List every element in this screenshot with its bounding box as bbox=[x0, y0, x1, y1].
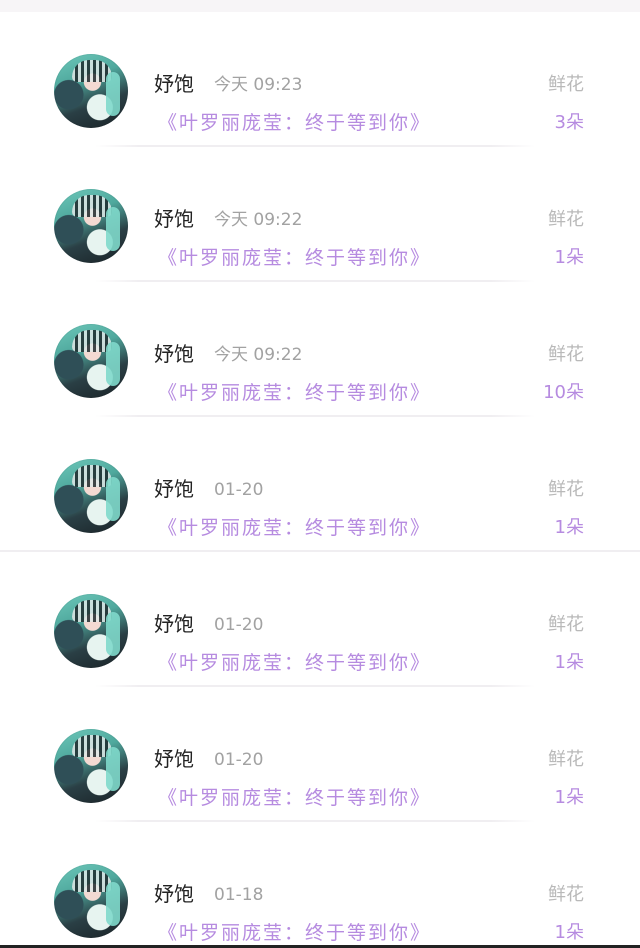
gift-type-label: 鲜花 bbox=[548, 614, 584, 635]
gift-count: 1朵 bbox=[554, 787, 584, 808]
gift-count: 1朵 bbox=[554, 922, 584, 943]
list-item[interactable]: 妤饱 今天 09:23 《叶罗丽庞莹：终于等到你》 鲜花 3朵 bbox=[0, 12, 640, 147]
user-name[interactable]: 妤饱 bbox=[154, 205, 194, 233]
user-name[interactable]: 妤饱 bbox=[154, 880, 194, 908]
list-item[interactable]: 妤饱 今天 09:22 《叶罗丽庞莹：终于等到你》 鲜花 10朵 bbox=[0, 282, 640, 417]
timestamp: 今天 09:22 bbox=[214, 210, 303, 230]
work-title-link[interactable]: 《叶罗丽庞莹：终于等到你》 bbox=[158, 650, 431, 676]
gift-count: 1朵 bbox=[554, 247, 584, 268]
timestamp: 今天 09:22 bbox=[214, 345, 303, 365]
work-title-link[interactable]: 《叶罗丽庞莹：终于等到你》 bbox=[158, 245, 431, 271]
gift-type-label: 鲜花 bbox=[548, 209, 584, 230]
gift-type-label: 鲜花 bbox=[548, 884, 584, 905]
gift-count: 3朵 bbox=[554, 112, 584, 133]
avatar[interactable] bbox=[54, 54, 128, 128]
user-name[interactable]: 妤饱 bbox=[154, 475, 194, 503]
gift-type-label: 鲜花 bbox=[548, 749, 584, 770]
user-name[interactable]: 妤饱 bbox=[154, 745, 194, 773]
gift-type-label: 鲜花 bbox=[548, 479, 584, 500]
timestamp: 01-20 bbox=[214, 615, 264, 635]
avatar[interactable] bbox=[54, 459, 128, 533]
list-item[interactable]: 妤饱 01-20 《叶罗丽庞莹：终于等到你》 鲜花 1朵 bbox=[0, 552, 640, 687]
gift-type-label: 鲜花 bbox=[548, 74, 584, 95]
list-item[interactable]: 妤饱 今天 09:22 《叶罗丽庞莹：终于等到你》 鲜花 1朵 bbox=[0, 147, 640, 282]
list-item[interactable]: 妤饱 01-20 《叶罗丽庞莹：终于等到你》 鲜花 1朵 bbox=[0, 687, 640, 822]
timestamp: 01-20 bbox=[214, 480, 264, 500]
work-title-link[interactable]: 《叶罗丽庞莹：终于等到你》 bbox=[158, 380, 431, 406]
avatar[interactable] bbox=[54, 189, 128, 263]
gift-list: 妤饱 今天 09:23 《叶罗丽庞莹：终于等到你》 鲜花 3朵 妤饱 今天 09… bbox=[0, 12, 640, 945]
work-title-link[interactable]: 《叶罗丽庞莹：终于等到你》 bbox=[158, 920, 431, 945]
work-title-link[interactable]: 《叶罗丽庞莹：终于等到你》 bbox=[158, 515, 431, 541]
gift-count: 1朵 bbox=[554, 652, 584, 673]
avatar[interactable] bbox=[54, 864, 128, 938]
gift-count: 1朵 bbox=[554, 517, 584, 538]
avatar[interactable] bbox=[54, 324, 128, 398]
timestamp: 今天 09:23 bbox=[214, 75, 303, 95]
avatar[interactable] bbox=[54, 729, 128, 803]
work-title-link[interactable]: 《叶罗丽庞莹：终于等到你》 bbox=[158, 785, 431, 811]
gift-count: 10朵 bbox=[543, 382, 584, 403]
avatar[interactable] bbox=[54, 594, 128, 668]
gift-type-label: 鲜花 bbox=[548, 344, 584, 365]
list-item[interactable]: 妤饱 01-18 《叶罗丽庞莹：终于等到你》 鲜花 1朵 bbox=[0, 822, 640, 945]
user-name[interactable]: 妤饱 bbox=[154, 610, 194, 638]
timestamp: 01-18 bbox=[214, 885, 264, 905]
top-status-strip bbox=[0, 0, 640, 12]
user-name[interactable]: 妤饱 bbox=[154, 70, 194, 98]
work-title-link[interactable]: 《叶罗丽庞莹：终于等到你》 bbox=[158, 110, 431, 136]
timestamp: 01-20 bbox=[214, 750, 264, 770]
list-item[interactable]: 妤饱 01-20 《叶罗丽庞莹：终于等到你》 鲜花 1朵 bbox=[0, 417, 640, 552]
user-name[interactable]: 妤饱 bbox=[154, 340, 194, 368]
